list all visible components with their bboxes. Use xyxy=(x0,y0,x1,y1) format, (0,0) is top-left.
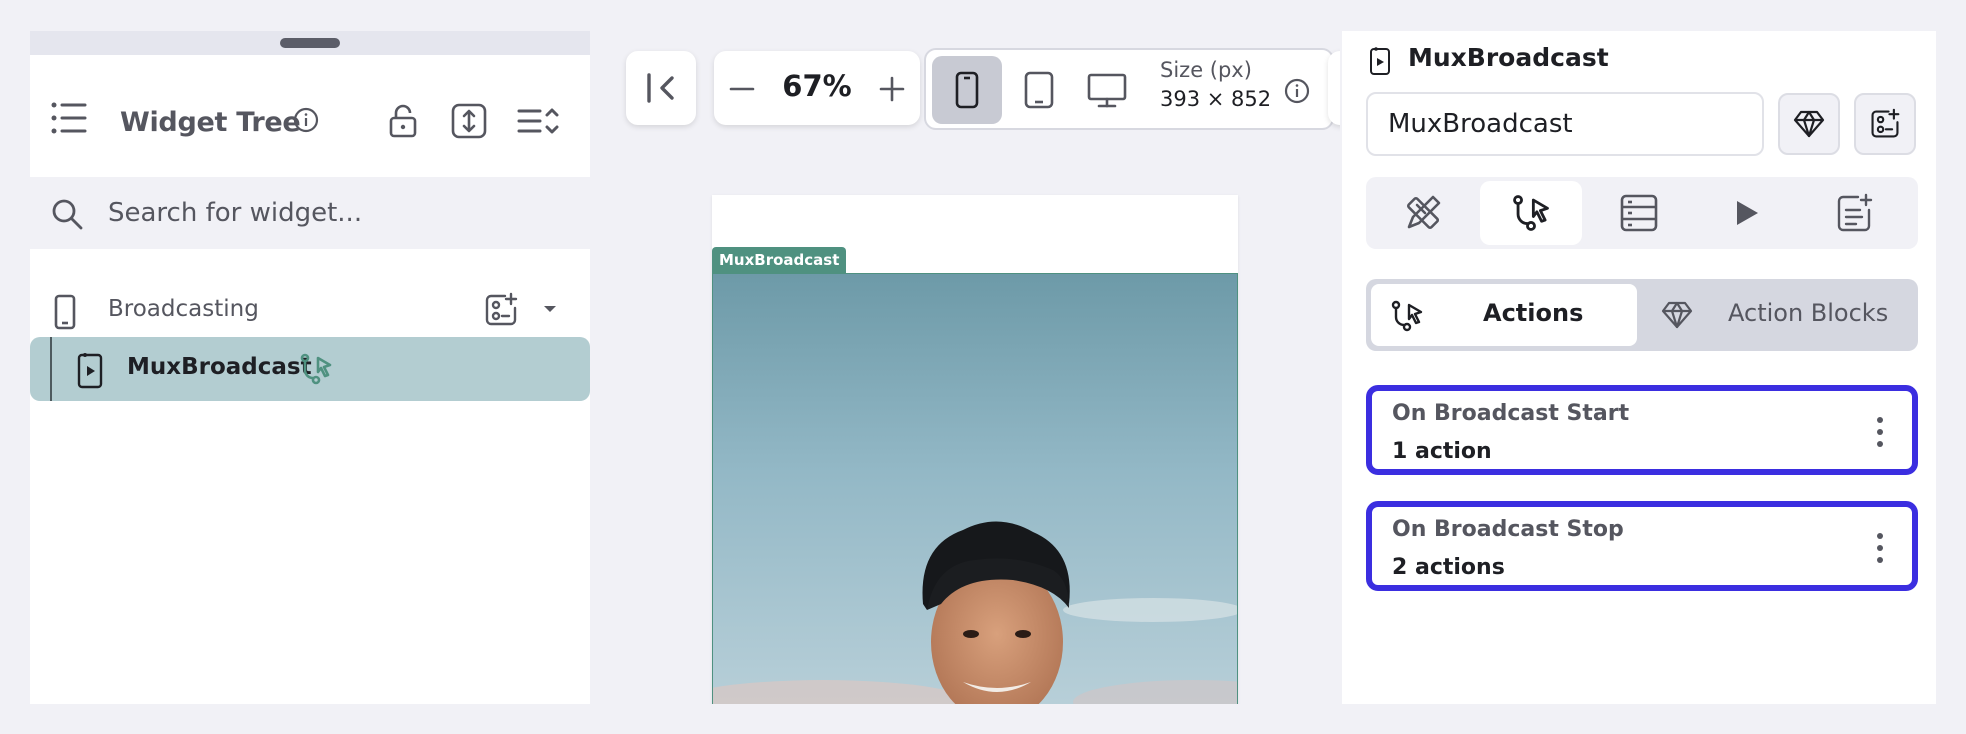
collapse-list-icon[interactable] xyxy=(516,103,560,139)
action-item-count: 1 action xyxy=(1392,439,1492,464)
tree-indent-line xyxy=(50,337,52,401)
chevron-down-icon[interactable] xyxy=(542,303,558,315)
premium-button[interactable] xyxy=(1778,93,1840,155)
device-desktop-button[interactable] xyxy=(1086,72,1128,110)
more-vertical-icon[interactable] xyxy=(1876,417,1884,447)
widget-name-field[interactable] xyxy=(1366,92,1764,156)
segment-action-blocks-button[interactable]: Action Blocks xyxy=(1728,299,1888,327)
tree-item-label: MuxBroadcast xyxy=(127,354,312,380)
search-icon xyxy=(50,197,84,231)
properties-panel: MuxBroadcast MuxBroadcast Actions Action… xyxy=(1342,31,1936,704)
tree-item-broadcasting[interactable]: Broadcasting xyxy=(30,281,590,341)
tab-preview[interactable] xyxy=(1696,181,1798,245)
device-selector: Size (px) 393 × 852 xyxy=(924,48,1334,130)
lock-icon[interactable] xyxy=(386,101,420,141)
selected-widget-title: MuxBroadcast xyxy=(1408,43,1609,72)
zoom-level: 67% xyxy=(782,69,852,103)
info-icon[interactable] xyxy=(292,106,320,134)
video-widget-icon xyxy=(1368,45,1392,77)
widget-selection-tag[interactable]: MuxBroadcast xyxy=(712,247,847,273)
action-item-on-broadcast-stop[interactable]: On Broadcast Stop 2 actions xyxy=(1366,501,1918,591)
info-icon[interactable] xyxy=(1282,76,1312,106)
collapse-left-icon xyxy=(644,71,680,105)
video-widget-icon xyxy=(76,350,104,390)
expand-vertical-icon[interactable] xyxy=(450,101,488,141)
device-phone-button[interactable] xyxy=(932,56,1002,124)
search-input[interactable] xyxy=(108,193,568,233)
canvas-size-label: Size (px) xyxy=(1160,58,1252,82)
widget-tree-title: Widget Tree xyxy=(120,107,301,138)
phone-icon xyxy=(52,293,78,331)
design-canvas[interactable]: 67% Size (px) 393 × 852 MuxBroadcast xyxy=(610,31,1340,704)
database-icon xyxy=(1620,194,1658,232)
tab-add-to-list[interactable] xyxy=(1804,181,1906,245)
add-widget-icon xyxy=(1871,108,1900,138)
mux-broadcast-preview-image[interactable] xyxy=(712,273,1238,704)
widget-tree-panel: Widget Tree Search for widget... Broadca… xyxy=(30,31,590,704)
action-item-on-broadcast-start[interactable]: On Broadcast Start 1 action xyxy=(1366,385,1918,475)
action-item-count: 2 actions xyxy=(1392,555,1505,580)
play-icon xyxy=(1737,201,1758,225)
device-tablet-button[interactable] xyxy=(1022,70,1056,110)
panel-drag-strip[interactable] xyxy=(30,31,590,55)
canvas-more-tools[interactable] xyxy=(1328,51,1340,125)
tree-item-muxbroadcast[interactable]: MuxBroadcast xyxy=(30,337,590,401)
more-vertical-icon[interactable] xyxy=(1876,533,1884,563)
action-flow-icon xyxy=(1389,298,1425,334)
list-tree-icon xyxy=(48,97,90,139)
collapse-panel-button[interactable] xyxy=(626,51,696,125)
zoom-out-button[interactable] xyxy=(726,73,758,105)
tab-properties[interactable] xyxy=(1372,181,1474,245)
widget-search-bar xyxy=(30,177,590,249)
drag-handle[interactable] xyxy=(280,38,340,48)
segment-actions-label: Actions xyxy=(1483,299,1584,327)
action-flow-icon xyxy=(1513,195,1549,231)
tab-backend-query[interactable] xyxy=(1588,181,1690,245)
diamond-icon xyxy=(1660,299,1694,331)
action-item-title: On Broadcast Stop xyxy=(1392,517,1624,542)
document-add-icon xyxy=(1837,193,1873,232)
zoom-in-button[interactable] xyxy=(876,73,908,105)
zoom-controls: 67% xyxy=(714,51,920,125)
diamond-icon xyxy=(1793,110,1825,138)
ruler-pencil-icon xyxy=(1406,195,1441,230)
action-item-title: On Broadcast Start xyxy=(1392,401,1630,426)
segment-actions-button[interactable]: Actions xyxy=(1371,284,1637,346)
phone-icon xyxy=(954,70,980,110)
action-flow-icon[interactable] xyxy=(298,351,334,387)
properties-tab-strip xyxy=(1366,177,1918,249)
tree-item-label: Broadcasting xyxy=(108,296,259,322)
tab-actions[interactable] xyxy=(1480,181,1582,245)
actions-segment-control: Actions Action Blocks xyxy=(1366,279,1918,351)
add-widget-icon[interactable] xyxy=(482,291,520,329)
canvas-size-value: 393 × 852 xyxy=(1160,87,1272,111)
add-widget-button[interactable] xyxy=(1854,93,1916,155)
